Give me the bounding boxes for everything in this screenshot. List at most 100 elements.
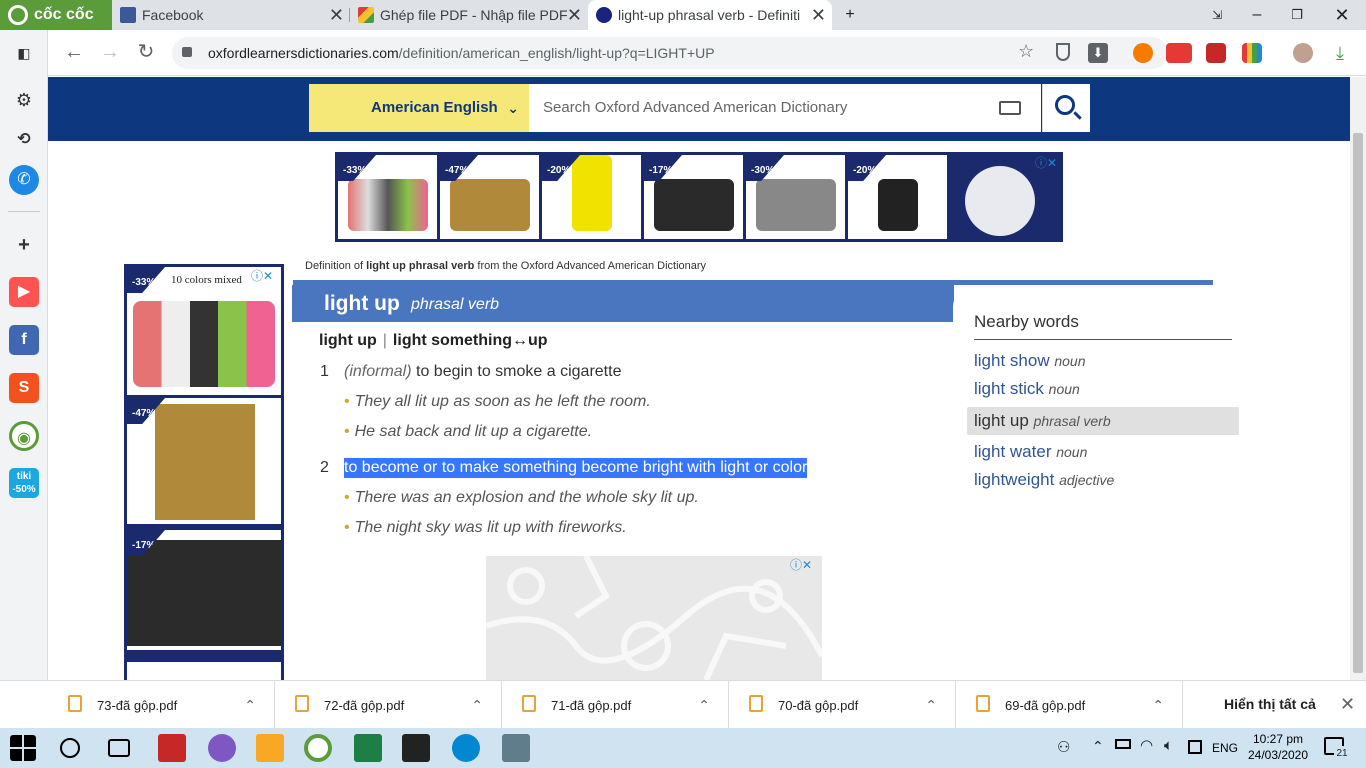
tab-facebook[interactable]: Facebook ✕: [112, 0, 350, 30]
show-all-downloads-button[interactable]: Hiển thị tất cả: [1224, 681, 1316, 727]
clock[interactable]: 10:27 pm 24/03/2020: [1246, 731, 1310, 763]
shopee-icon[interactable]: S: [9, 373, 39, 403]
ad-info-icon[interactable]: ⓘ✕: [1035, 154, 1065, 170]
volume-icon[interactable]: 🔈︎: [1164, 737, 1173, 754]
tab-pdf[interactable]: Ghép file PDF - Nhập file PDF ✕: [350, 0, 588, 30]
zalo-icon[interactable]: [452, 734, 480, 762]
ad-item[interactable]: -47%: [440, 155, 539, 239]
settings-icon[interactable]: ⚙: [9, 85, 39, 115]
ad-item[interactable]: -17%: [644, 155, 743, 239]
scrollbar[interactable]: [1350, 77, 1366, 680]
download-item[interactable]: 73-đã gộp.pdf ⌃: [48, 681, 275, 729]
extension-coccoc-icon[interactable]: [1133, 43, 1153, 63]
chevron-up-icon[interactable]: ⌃: [244, 681, 256, 729]
new-tab-button[interactable]: +: [830, 0, 870, 30]
download-item[interactable]: 71-đã gộp.pdf ⌃: [502, 681, 729, 729]
ad-item[interactable]: 10 colors mixed -33% ⓘ✕: [127, 267, 281, 395]
ad-item[interactable]: -47%: [127, 398, 281, 524]
taskbar-app-icon[interactable]: [502, 734, 530, 762]
download-item[interactable]: 69-đã gộp.pdf ⌃: [956, 681, 1183, 729]
taskbar-app-icon[interactable]: [158, 734, 186, 762]
close-icon[interactable]: ✕: [329, 0, 344, 30]
messenger-icon[interactable]: ✆: [9, 165, 39, 195]
top-ad-banner[interactable]: -33% -47% -20% -17% -30% -20% ⓘ✕: [335, 152, 1063, 242]
battery-icon[interactable]: [1115, 739, 1131, 749]
minimize-tabs-icon[interactable]: ⇲: [1197, 0, 1237, 30]
photos-icon[interactable]: [402, 734, 430, 762]
chevron-up-icon[interactable]: ⌃: [471, 681, 483, 729]
download-item[interactable]: 70-đã gộp.pdf ⌃: [729, 681, 956, 729]
extension-red-icon[interactable]: [1206, 43, 1226, 63]
nearby-word-link[interactable]: light show noun: [974, 351, 1086, 371]
nearby-word-link[interactable]: lightweight adjective: [974, 470, 1114, 490]
pdf-file-icon: [295, 695, 309, 712]
language-selector[interactable]: American English ⌄: [309, 84, 529, 132]
scrollbar-thumb[interactable]: [1353, 133, 1363, 673]
excel-icon[interactable]: [354, 734, 382, 762]
reload-button[interactable]: ↻: [132, 38, 160, 66]
close-icon[interactable]: ✕: [811, 0, 826, 30]
nearby-word-link[interactable]: light stick noun: [974, 379, 1080, 399]
windows-taskbar: ⚇ ⌃ ◠ 🔈︎ ENG 10:27 pm 24/03/2020 21: [0, 728, 1366, 768]
add-icon[interactable]: +: [9, 230, 39, 260]
ad-item[interactable]: [127, 662, 281, 680]
ad-item[interactable]: -20%: [848, 155, 947, 239]
ad-item[interactable]: -17%: [127, 530, 281, 650]
ad-info-icon[interactable]: ⓘ✕: [790, 556, 820, 572]
extension-palette-icon[interactable]: [1242, 43, 1262, 63]
cortana-icon[interactable]: [60, 738, 80, 758]
display-icon[interactable]: [1188, 740, 1202, 754]
show-hidden-icons-icon[interactable]: ⌃: [1092, 738, 1104, 755]
search-button[interactable]: [1042, 84, 1090, 132]
windows-start-icon[interactable]: [10, 735, 36, 761]
search-input[interactable]: Search Oxford Advanced American Dictiona…: [529, 84, 1041, 132]
window-close-button[interactable]: ✕: [1322, 0, 1362, 30]
task-view-icon[interactable]: [108, 739, 130, 757]
chevron-up-icon[interactable]: ⌃: [1152, 681, 1164, 729]
history-icon[interactable]: ⟲: [9, 125, 39, 155]
bottom-ad[interactable]: ⓘ✕: [485, 554, 825, 680]
youtube-icon[interactable]: ▶: [9, 277, 39, 307]
wifi-icon[interactable]: ◠: [1140, 736, 1153, 754]
download-item[interactable]: 72-đã gộp.pdf ⌃: [275, 681, 502, 729]
address-bar[interactable]: oxfordlearnersdictionaries.com/definitio…: [172, 37, 1168, 69]
file-explorer-icon[interactable]: [256, 734, 284, 762]
sense-definition-selected[interactable]: to become or to make something become br…: [344, 458, 808, 478]
ad-item[interactable]: -20%: [542, 155, 641, 239]
breadcrumb-entry: light up phrasal verb: [366, 260, 475, 272]
close-download-bar-icon[interactable]: ✕: [1340, 681, 1355, 727]
side-ad-banner[interactable]: 10 colors mixed -33% ⓘ✕ -47% -17%: [124, 264, 284, 680]
coccoc-extension-icon[interactable]: ◉: [9, 421, 39, 451]
ad-item[interactable]: -33%: [338, 155, 437, 239]
maximize-button[interactable]: ❐: [1277, 0, 1317, 30]
nearby-word-link[interactable]: light water noun: [974, 442, 1087, 462]
coccoc-logo[interactable]: cốc cốc: [0, 0, 112, 30]
bookmark-star-icon[interactable]: ☆: [1018, 41, 1034, 62]
back-button[interactable]: ←: [60, 38, 88, 66]
chevron-up-icon[interactable]: ⌃: [925, 681, 937, 729]
chevron-up-icon[interactable]: ⌃: [698, 681, 710, 729]
tiki-icon[interactable]: tiki -50%: [9, 468, 39, 498]
sidebar-toggle-icon[interactable]: ◧: [9, 38, 39, 68]
shield-icon[interactable]: [1056, 43, 1070, 61]
download-arrow-icon[interactable]: ⤓: [1330, 43, 1350, 63]
forward-button[interactable]: →: [96, 38, 124, 66]
oxford-icon: [596, 7, 612, 23]
nearby-word-current[interactable]: light up phrasal verb: [967, 407, 1239, 435]
ad-info-icon[interactable]: ⓘ✕: [251, 267, 281, 283]
avatar[interactable]: [1293, 43, 1313, 63]
taskbar-app-icon[interactable]: [208, 734, 236, 762]
minimize-button[interactable]: –: [1237, 0, 1277, 30]
download-page-icon[interactable]: ⬇: [1088, 43, 1108, 63]
nearby-pos: noun: [1056, 444, 1088, 460]
people-icon[interactable]: ⚇: [1057, 738, 1070, 756]
facebook-sidebar-icon[interactable]: f: [9, 325, 39, 355]
close-icon[interactable]: ✕: [567, 0, 582, 30]
extension-new-icon[interactable]: [1166, 43, 1192, 63]
coccoc-taskbar-icon[interactable]: [304, 734, 332, 762]
input-language[interactable]: ENG: [1212, 728, 1238, 768]
keyboard-icon[interactable]: [999, 101, 1021, 115]
url-text: oxfordlearnersdictionaries.com/definitio…: [208, 45, 715, 61]
tab-oxford[interactable]: light-up phrasal verb - Definiti ✕: [588, 0, 832, 30]
ad-item[interactable]: -30%: [746, 155, 845, 239]
